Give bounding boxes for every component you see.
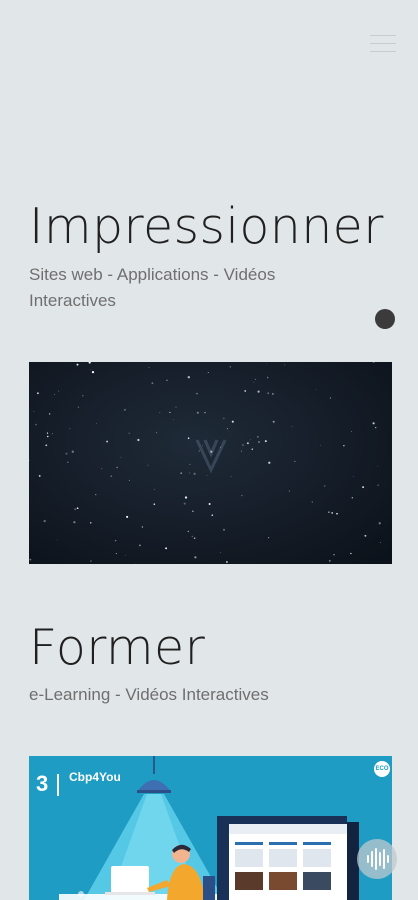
promo-number: 3 bbox=[36, 771, 49, 796]
section-subtitle-impressionner: Sites web - Applications - Vidéos Intera… bbox=[29, 265, 276, 310]
section-title-former: Former bbox=[29, 619, 206, 676]
showcase-video[interactable] bbox=[29, 362, 392, 564]
section-title-impressionner: Impressionner bbox=[29, 198, 384, 255]
page: Impressionner Sites web - Applications -… bbox=[0, 0, 418, 900]
promo-brand: Cbp4You bbox=[69, 770, 121, 784]
section-subtitle-former: e-Learning - Vidéos Interactives bbox=[29, 685, 269, 704]
scroll-indicator-dot[interactable] bbox=[375, 309, 395, 329]
elearning-illustration[interactable]: 3 Cbp4You ECO bbox=[29, 756, 392, 900]
hamburger-menu-icon[interactable] bbox=[370, 33, 398, 55]
brand-logo-icon bbox=[195, 439, 227, 474]
promo-badge: ECO bbox=[374, 761, 390, 777]
sound-wave-icon[interactable] bbox=[357, 839, 397, 879]
promo-divider bbox=[57, 774, 59, 796]
